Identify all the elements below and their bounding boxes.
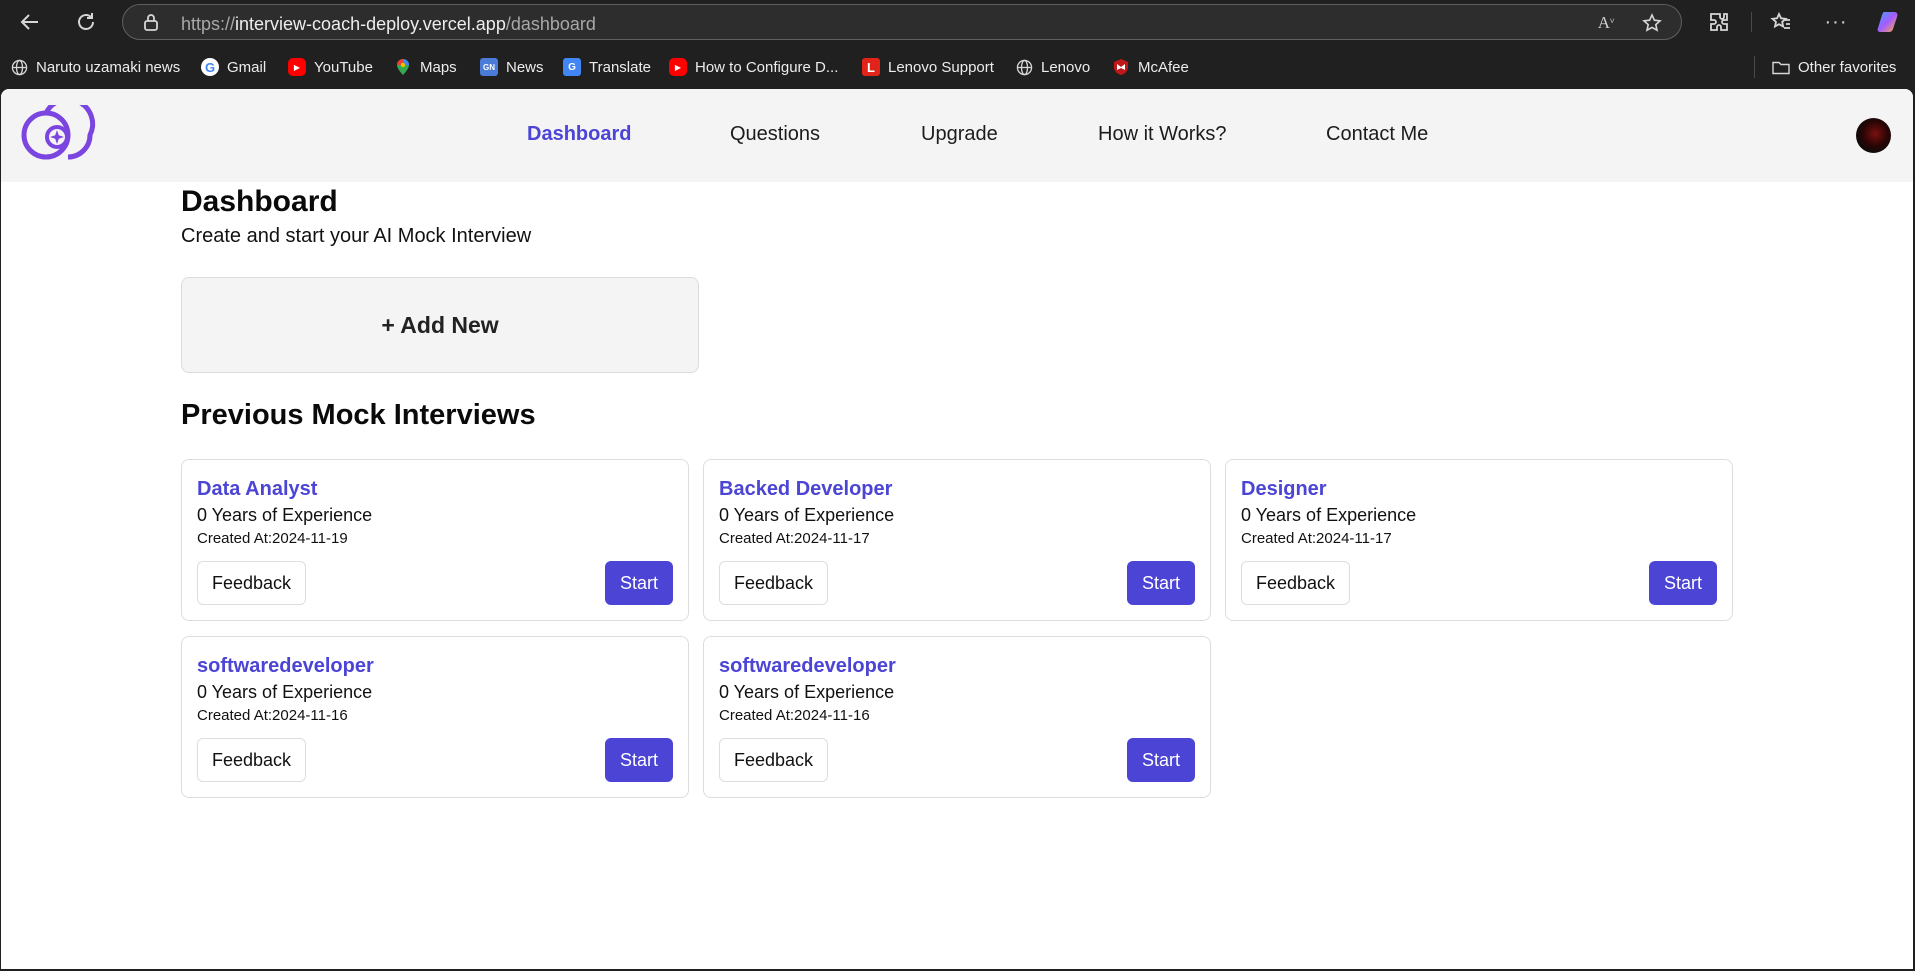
interview-role: Data Analyst (197, 478, 318, 500)
bookmark-label: McAfee (1138, 58, 1189, 76)
interview-experience: 0 Years of Experience (719, 682, 895, 702)
youtube-icon: ▶ (669, 58, 687, 76)
browser-toolbar: https://interview-coach-deploy.vercel.ap… (0, 0, 1915, 44)
address-bar[interactable]: https://interview-coach-deploy.vercel.ap… (122, 4, 1682, 40)
globe-icon (10, 58, 28, 76)
maps-pin-icon (394, 58, 412, 76)
google-icon: G (201, 58, 219, 76)
folder-icon (1772, 58, 1790, 76)
interview-experience: 0 Years of Experience (197, 682, 373, 702)
nav-questions[interactable]: Questions (730, 123, 820, 146)
feedback-button[interactable]: Feedback (719, 561, 828, 605)
nav-upgrade[interactable]: Upgrade (921, 123, 998, 146)
interview-card: Backed Developer 0 Years of Experience C… (703, 459, 1211, 621)
nav-how-it-works[interactable]: How it Works? (1098, 123, 1227, 146)
interview-role: Backed Developer (719, 478, 893, 500)
other-favorites[interactable]: Other favorites (1772, 56, 1896, 78)
feedback-button[interactable]: Feedback (197, 561, 306, 605)
bookmark-item[interactable]: Maps (394, 56, 457, 78)
interview-created-date: Created At:2024-11-19 (197, 530, 348, 547)
interview-card: softwaredeveloper 0 Years of Experience … (181, 636, 689, 798)
feedback-button[interactable]: Feedback (719, 738, 828, 782)
copilot-icon[interactable] (1873, 6, 1905, 38)
news-icon: GN (480, 58, 498, 76)
bookmark-label: YouTube (314, 58, 373, 76)
lenovo-l-icon: L (862, 58, 880, 76)
nav-contact-me[interactable]: Contact Me (1326, 123, 1428, 146)
start-button[interactable]: Start (1649, 561, 1717, 605)
bookmark-item[interactable]: G Translate (563, 56, 651, 78)
mcafee-shield-icon (1112, 58, 1130, 76)
bookmark-item[interactable]: L Lenovo Support (862, 56, 994, 78)
bookmark-label: Lenovo (1041, 58, 1091, 76)
bookmark-item[interactable]: McAfee (1112, 56, 1189, 78)
bookmark-label: Maps (420, 58, 457, 76)
toolbar-divider (1751, 12, 1752, 32)
bookmark-item[interactable]: GN News (480, 56, 544, 78)
url-path: /dashboard (505, 14, 596, 34)
bookmark-label: How to Configure D... (695, 58, 839, 76)
bookmark-label: News (506, 58, 544, 76)
bookmark-item[interactable]: G Gmail (201, 56, 266, 78)
interview-card: Designer 0 Years of Experience Created A… (1225, 459, 1733, 621)
start-button[interactable]: Start (1127, 561, 1195, 605)
app-logo-icon[interactable] (19, 96, 99, 165)
interview-created-date: Created At:2024-11-17 (1241, 530, 1392, 547)
refresh-icon[interactable] (70, 6, 102, 38)
interview-role: Designer (1241, 478, 1327, 500)
url-text[interactable]: https://interview-coach-deploy.vercel.ap… (181, 14, 596, 35)
bookmark-label: Naruto uzamaki news (36, 58, 181, 76)
interview-role: softwaredeveloper (719, 655, 896, 677)
bookmark-item[interactable]: ▶ YouTube (288, 56, 373, 78)
back-icon[interactable] (14, 6, 46, 38)
page-subtitle: Create and start your AI Mock Interview (181, 225, 532, 247)
bookmark-label: Translate (589, 58, 651, 76)
bookmark-item[interactable]: Lenovo (1015, 56, 1090, 78)
start-button[interactable]: Start (605, 561, 673, 605)
add-new-interview-button[interactable]: + Add New (181, 277, 699, 373)
extensions-icon[interactable] (1703, 6, 1735, 38)
translate-icon: G (563, 58, 581, 76)
page-title: Dashboard (181, 185, 338, 218)
other-favorites-label: Other favorites (1798, 58, 1897, 76)
interview-experience: 0 Years of Experience (719, 505, 895, 525)
nav-dashboard[interactable]: Dashboard (527, 123, 631, 146)
youtube-icon: ▶ (288, 58, 306, 76)
web-page: Dashboard Questions Upgrade How it Works… (1, 89, 1913, 969)
bookmark-label: Gmail (227, 58, 267, 76)
bookmark-item[interactable]: ▶ How to Configure D... (669, 56, 838, 78)
url-host: interview-coach-deploy.vercel.app (235, 14, 506, 34)
interview-experience: 0 Years of Experience (1241, 505, 1417, 525)
interview-card: Data Analyst 0 Years of Experience Creat… (181, 459, 689, 621)
feedback-button[interactable]: Feedback (1241, 561, 1350, 605)
interview-created-date: Created At:2024-11-16 (197, 707, 348, 724)
globe-icon (1015, 58, 1033, 76)
interview-role: softwaredeveloper (197, 655, 374, 677)
avatar[interactable] (1856, 118, 1891, 153)
interview-experience: 0 Years of Experience (197, 505, 373, 525)
bookmarks-bar: Naruto uzamaki news G Gmail ▶ YouTube Ma… (0, 50, 1915, 84)
more-menu-icon[interactable]: ··· (1820, 6, 1852, 38)
favorite-star-icon[interactable] (1641, 12, 1663, 34)
favorites-icon[interactable] (1765, 6, 1797, 38)
feedback-button[interactable]: Feedback (197, 738, 306, 782)
bookmark-item[interactable]: Naruto uzamaki news (10, 56, 180, 78)
start-button[interactable]: Start (1127, 738, 1195, 782)
site-header: Dashboard Questions Upgrade How it Works… (1, 89, 1913, 182)
read-aloud-icon[interactable]: Aⱽ (1595, 12, 1617, 34)
interview-created-date: Created At:2024-11-17 (719, 530, 870, 547)
bookmarks-divider (1754, 56, 1755, 78)
interview-card: softwaredeveloper 0 Years of Experience … (703, 636, 1211, 798)
lock-icon[interactable] (143, 13, 159, 36)
bookmark-label: Lenovo Support (888, 58, 994, 76)
url-protocol: https:// (181, 14, 236, 34)
previous-interviews-heading: Previous Mock Interviews (181, 399, 536, 431)
start-button[interactable]: Start (605, 738, 673, 782)
interview-created-date: Created At:2024-11-16 (719, 707, 870, 724)
